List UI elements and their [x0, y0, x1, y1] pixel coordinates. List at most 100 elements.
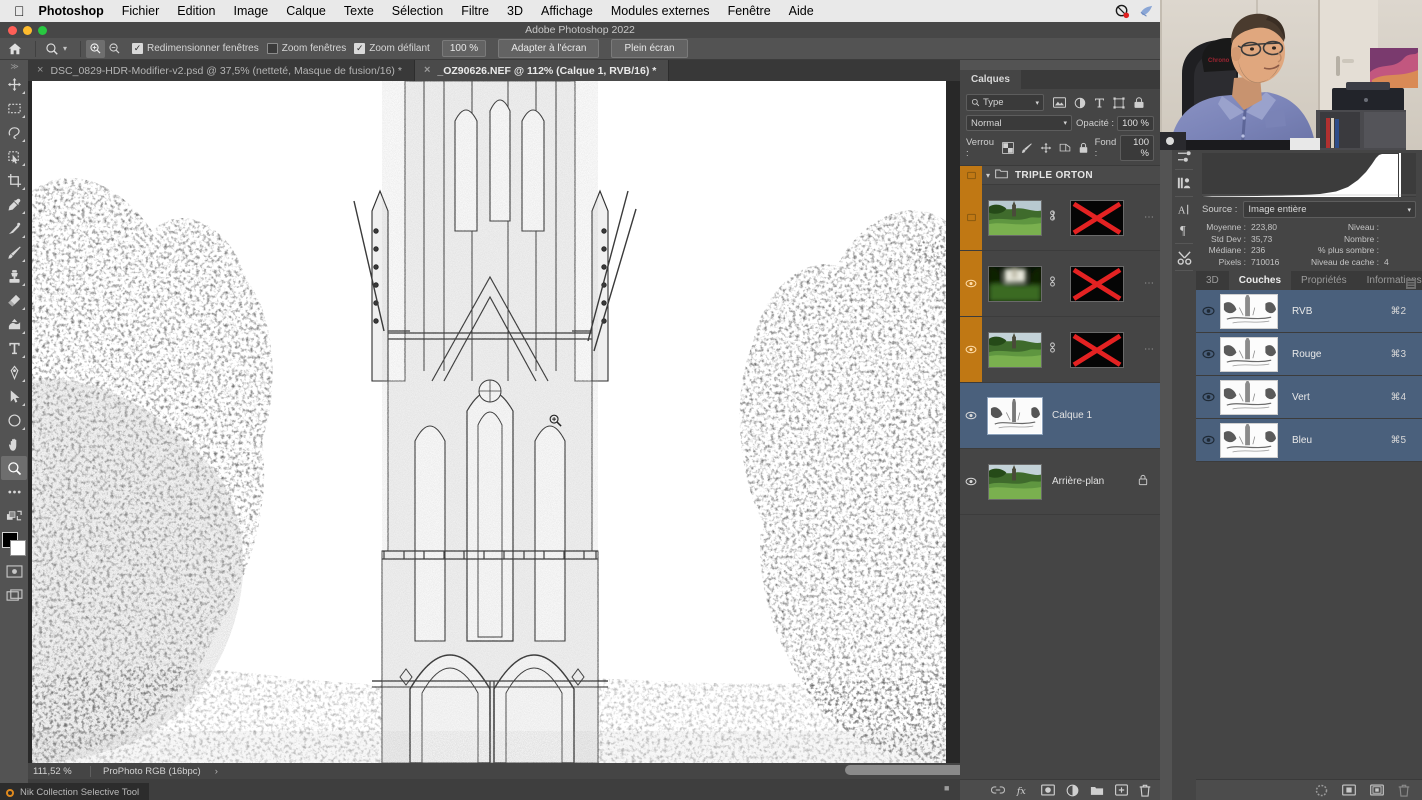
link-icon[interactable] — [1048, 209, 1058, 227]
zoom-in-button[interactable] — [86, 39, 106, 58]
channel-visibility-toggle[interactable] — [1196, 349, 1220, 359]
layer-visibility-toggle[interactable] — [960, 185, 982, 250]
new-layer-icon[interactable] — [1115, 784, 1128, 796]
layer-group-row[interactable]: ▾ TRIPLE ORTON — [960, 165, 1160, 185]
link-icon[interactable] — [1048, 341, 1058, 359]
layer-options-dots[interactable]: ⋯ — [1144, 278, 1155, 289]
channel-thumbnail[interactable] — [1220, 293, 1278, 329]
channel-thumbnail[interactable] — [1220, 336, 1278, 372]
zoom-percentage[interactable]: 111,52 % — [28, 766, 90, 777]
type-tool[interactable] — [1, 336, 27, 360]
ellipse-shape-tool[interactable] — [1, 408, 27, 432]
smart-object-filter-icon[interactable] — [1133, 96, 1145, 109]
tab-proprietes[interactable]: Propriétés — [1291, 271, 1357, 290]
chevron-down-icon[interactable]: ▾ — [986, 171, 990, 180]
more-tools-icon[interactable] — [1, 480, 27, 504]
path-selection-tool[interactable] — [1, 384, 27, 408]
checkbox-zoom-windows[interactable]: Zoom fenêtres — [266, 43, 346, 54]
document-canvas[interactable] — [32, 81, 946, 763]
chevron-down-icon[interactable]: ▾ — [63, 44, 67, 53]
menu-edition[interactable]: Edition — [168, 0, 224, 22]
eraser-tool[interactable] — [1, 288, 27, 312]
panel-grip[interactable]: ≫ — [10, 62, 18, 72]
tab-3d[interactable]: 3D — [1196, 271, 1229, 290]
menu-modules-externes[interactable]: Modules externes — [602, 0, 719, 22]
libraries-icon[interactable] — [1173, 173, 1195, 193]
layer-thumbnail[interactable] — [987, 396, 1043, 435]
apple-logo-icon[interactable]:  — [0, 4, 37, 18]
document-tab-1[interactable]: × DSC_0829-HDR-Modifier-v2.psd @ 37,5% (… — [28, 60, 415, 81]
channel-visibility-toggle[interactable] — [1196, 435, 1220, 445]
color-profile-label[interactable]: ProPhoto RGB (16bpc) — [91, 766, 201, 777]
fill-value[interactable]: 100 % — [1120, 135, 1154, 161]
layer-thumbnail[interactable] — [988, 463, 1042, 500]
move-tool[interactable] — [1, 72, 27, 96]
background-color-swatch[interactable] — [10, 540, 26, 556]
add-mask-icon[interactable] — [1041, 784, 1055, 796]
paragraph-icon[interactable]: ¶ — [1173, 220, 1195, 240]
panel-menu-icon[interactable] — [1406, 276, 1416, 294]
zoom-level-field[interactable]: 100 % — [441, 40, 487, 57]
layer-row[interactable]: ⋯ — [960, 185, 1160, 251]
layer-row-background[interactable]: Arrière-plan — [960, 449, 1160, 515]
zoom-out-button[interactable] — [105, 40, 124, 58]
document-tab-2[interactable]: × _OZ90626.NEF @ 112% (Calque 1, RVB/16)… — [414, 60, 670, 81]
opacity-value[interactable]: 100 % — [1117, 115, 1154, 131]
adjustment-layer-icon[interactable] — [1066, 784, 1079, 797]
menu-selection[interactable]: Sélection — [383, 0, 452, 22]
checkbox-box[interactable] — [266, 43, 278, 54]
channel-visibility-toggle[interactable] — [1196, 392, 1220, 402]
layer-row[interactable]: ⋯ — [960, 251, 1160, 317]
crop-tool[interactable] — [1, 168, 27, 192]
layer-visibility-toggle[interactable] — [960, 317, 982, 382]
menu-calque[interactable]: Calque — [277, 0, 335, 22]
layer-row-calque-1[interactable]: Calque 1 — [960, 383, 1160, 449]
layer-style-fx-icon[interactable]: fx — [1016, 784, 1030, 797]
chevron-down-icon[interactable]: ▾ — [1035, 99, 1039, 107]
menu-filtre[interactable]: Filtre — [452, 0, 498, 22]
menu-texte[interactable]: Texte — [335, 0, 383, 22]
fullscreen-button[interactable]: Plein écran — [611, 39, 688, 58]
channel-row-rvb[interactable]: RVB ⌘2 — [1196, 290, 1422, 333]
swap-colors-icon[interactable] — [1, 504, 27, 528]
layer-options-dots[interactable]: ⋯ — [1144, 212, 1155, 223]
close-icon[interactable]: × — [424, 65, 430, 76]
layer-mask-thumbnail[interactable] — [1070, 199, 1124, 236]
menu-aide[interactable]: Aide — [780, 0, 823, 22]
adjustment-layer-filter-icon[interactable] — [1074, 97, 1086, 109]
chevron-down-icon[interactable]: ▾ — [1064, 119, 1068, 127]
lock-all-icon[interactable] — [1078, 142, 1089, 154]
fit-screen-button[interactable]: Adapter à l'écran — [498, 39, 600, 58]
object-selection-tool[interactable] — [1, 144, 27, 168]
layer-visibility-toggle[interactable] — [960, 383, 982, 448]
histogram-source-select[interactable]: Image entière ▾ — [1243, 201, 1416, 218]
layer-mask-thumbnail[interactable] — [1070, 331, 1124, 368]
channel-thumbnail[interactable] — [1220, 422, 1278, 458]
character-icon[interactable]: A — [1173, 200, 1195, 220]
menu-3d[interactable]: 3D — [498, 0, 532, 22]
home-icon[interactable] — [0, 42, 30, 56]
menu-fichier[interactable]: Fichier — [113, 0, 169, 22]
pixel-layer-filter-icon[interactable] — [1053, 97, 1066, 108]
menu-photoshop[interactable]: Photoshop — [37, 0, 113, 22]
tab-couches[interactable]: Couches — [1228, 271, 1292, 290]
zoom-tool[interactable] — [1, 456, 27, 480]
actions-icon[interactable] — [1173, 247, 1195, 267]
layer-thumbnail[interactable] — [988, 331, 1042, 368]
checkbox-box[interactable]: ✓ — [132, 43, 144, 54]
new-group-icon[interactable] — [1090, 785, 1104, 796]
tool-preset-picker[interactable]: ▾ — [41, 42, 75, 56]
tab-calques[interactable]: Calques — [960, 70, 1021, 89]
save-selection-icon[interactable] — [1342, 784, 1356, 796]
channel-row-bleu[interactable]: Bleu ⌘5 — [1196, 419, 1422, 462]
checkbox-box[interactable]: ✓ — [354, 43, 366, 54]
new-channel-icon[interactable] — [1370, 784, 1384, 796]
menu-affichage[interactable]: Affichage — [532, 0, 602, 22]
quick-mask-icon[interactable] — [1, 559, 27, 583]
bottom-right-grip[interactable]: ■ — [944, 783, 949, 793]
rectangular-marquee-tool[interactable] — [1, 96, 27, 120]
channel-row-vert[interactable]: Vert ⌘4 — [1196, 376, 1422, 419]
channel-row-rouge[interactable]: Rouge ⌘3 — [1196, 333, 1422, 376]
load-selection-icon[interactable] — [1315, 784, 1328, 797]
layer-options-dots[interactable]: ⋯ — [1144, 344, 1155, 355]
